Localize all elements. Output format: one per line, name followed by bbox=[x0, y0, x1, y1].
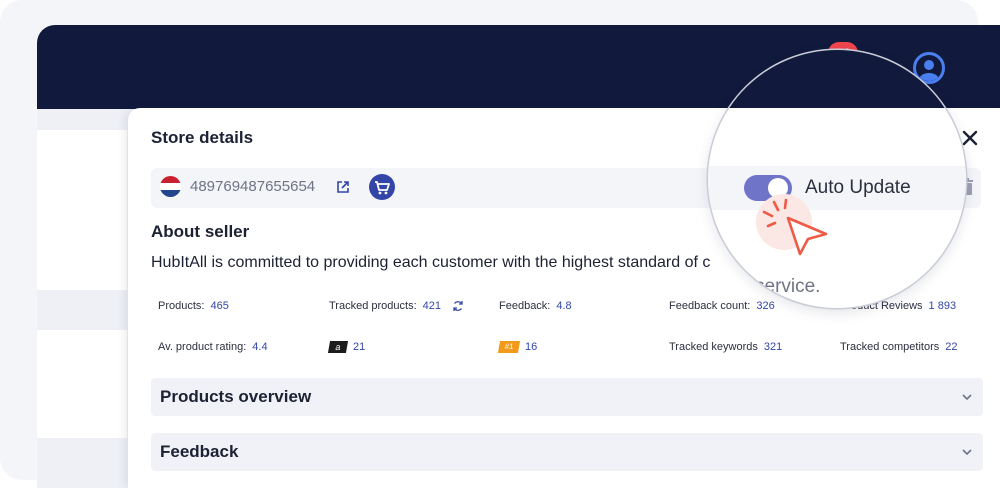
best-seller-icon: #1 bbox=[497, 341, 521, 354]
stat-feedback-count: Feedback count: 326 bbox=[669, 300, 775, 312]
feedback-accordion[interactable]: Feedback bbox=[151, 433, 983, 471]
click-pointer-icon bbox=[756, 194, 828, 256]
refresh-icon[interactable] bbox=[452, 300, 464, 312]
stat-feedback: Feedback: 4.8 bbox=[499, 300, 572, 312]
close-icon[interactable] bbox=[960, 128, 980, 148]
external-link-icon[interactable] bbox=[336, 180, 350, 194]
stat-tracked-keywords: Tracked keywords 321 bbox=[669, 341, 783, 353]
accordion-label: Products overview bbox=[160, 387, 312, 406]
cart-icon[interactable] bbox=[369, 174, 395, 200]
stat-amazon-choice: a 21 bbox=[327, 341, 365, 354]
panel-title: Store details bbox=[151, 128, 254, 147]
chevron-down-icon bbox=[962, 394, 972, 401]
stat-tracked-products: Tracked products: 421 bbox=[329, 300, 464, 312]
netherlands-flag-icon bbox=[160, 176, 181, 197]
stat-best-seller: #1 16 bbox=[497, 341, 537, 354]
about-seller-heading: About seller bbox=[151, 222, 250, 241]
stat-av-product-rating: Av. product rating: 4.4 bbox=[158, 341, 268, 353]
accordion-label: Feedback bbox=[160, 442, 239, 461]
products-overview-accordion[interactable]: Products overview bbox=[151, 378, 983, 416]
background-card bbox=[37, 130, 127, 290]
magnifier-callout: Auto Update service. bbox=[708, 50, 966, 308]
background-card bbox=[37, 330, 127, 438]
store-id: 489769487655654 bbox=[190, 178, 316, 195]
amazon-choice-icon: a bbox=[327, 341, 349, 354]
magnified-about-text-tail: service. bbox=[755, 276, 821, 297]
magnified-navbar bbox=[708, 50, 966, 108]
stat-tracked-competitors: Tracked competitors 22 bbox=[840, 341, 958, 353]
chevron-down-icon bbox=[962, 449, 972, 456]
stat-products: Products: 465 bbox=[158, 300, 229, 312]
about-seller-text: HubItAll is committed to providing each … bbox=[151, 254, 711, 271]
